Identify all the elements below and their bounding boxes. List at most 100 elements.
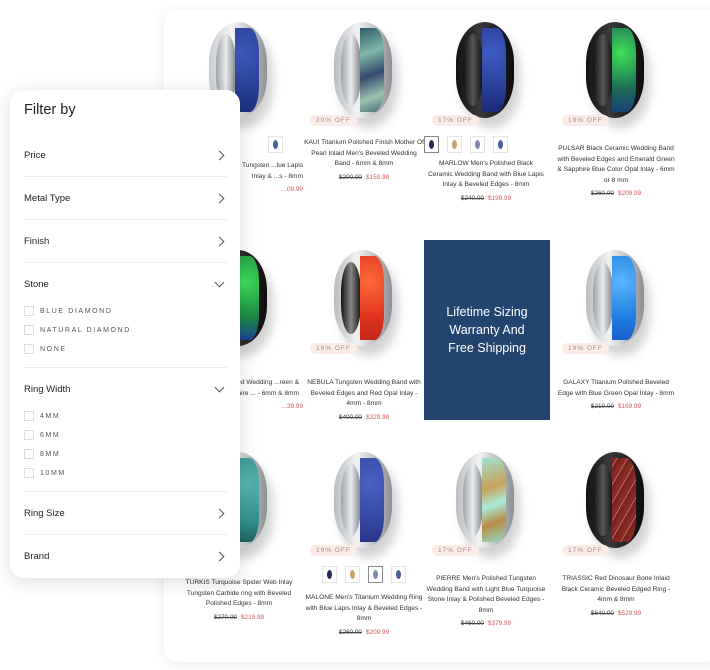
swatch-option[interactable]	[368, 566, 383, 583]
filter-option-4mm[interactable]: 4MM	[24, 411, 60, 421]
filter-panel: Filter by Price Metal Type Finish Stone …	[10, 90, 240, 578]
product-name[interactable]: KAUI Titanium Polished Finish Mother Of …	[300, 138, 428, 170]
discount-badge: 19% OFF	[310, 545, 357, 556]
product-image[interactable]: 20% OFF	[300, 20, 428, 130]
checkbox[interactable]	[24, 430, 34, 440]
filter-ring-size[interactable]: Ring Size	[24, 492, 227, 535]
swatch-option[interactable]	[424, 136, 439, 153]
filter-metal-type[interactable]: Metal Type	[24, 177, 227, 220]
option-label: NONE	[40, 345, 67, 353]
product-card[interactable]: 19% OFF GALAXY Titanium Polished Beveled…	[552, 248, 680, 410]
checkbox[interactable]	[24, 325, 34, 335]
sale-price: $209.99	[366, 628, 390, 636]
product-image[interactable]: 19% OFF	[552, 248, 680, 358]
product-card[interactable]: 17% OFF MARLOW Men's Polished Black Cera…	[422, 20, 550, 202]
sale-price: $329.99	[366, 413, 390, 421]
checkbox[interactable]	[24, 468, 34, 478]
swatch-option[interactable]	[345, 566, 360, 583]
promo-banner[interactable]: Lifetime Sizing Warranty And Free Shippi…	[424, 240, 550, 420]
filter-label: Price	[24, 149, 46, 161]
product-card[interactable]: 18% OFF NEBULA Tungsten Wedding Band wit…	[300, 248, 428, 421]
original-price: $270.00	[213, 613, 237, 621]
sale-price: $529.99	[618, 609, 642, 617]
product-card[interactable]: 17% OFF PIERRE Men's Polished Tungsten W…	[422, 450, 550, 627]
sale-price: $159.99	[366, 173, 390, 181]
chevron-down-icon	[214, 277, 225, 287]
chevron-right-icon	[214, 150, 225, 160]
chevron-right-icon	[214, 508, 225, 518]
sale-price: $199.99	[488, 194, 512, 202]
original-price: $260.00	[590, 190, 614, 197]
checkbox[interactable]	[24, 306, 34, 316]
swatch-option[interactable]	[322, 566, 337, 583]
swatch-option[interactable]	[470, 136, 485, 153]
product-name[interactable]: TURKIS Turquoise Spider Web Inlay Tungst…	[175, 578, 303, 610]
product-image[interactable]: 17% OFF	[422, 20, 550, 130]
filter-option-6mm[interactable]: 6MM	[24, 430, 60, 440]
checkbox[interactable]	[24, 449, 34, 459]
product-name[interactable]: GALAXY Titanium Polished Beveled Edge wi…	[552, 378, 680, 399]
discount-badge: 17% OFF	[432, 115, 479, 126]
product-image[interactable]: 17% OFF	[552, 450, 680, 560]
filter-label: Brand	[24, 550, 50, 562]
filter-label: Finish	[24, 235, 50, 247]
filter-label: Ring Size	[24, 507, 65, 519]
product-card[interactable]: 19% OFF PULSAR Black Ceramic Wedding Ban…	[552, 20, 680, 197]
discount-badge: 18% OFF	[310, 343, 357, 354]
product-card[interactable]: 19% OFF MALONE Men's Titanium Wedding Ri…	[300, 450, 428, 636]
filter-label: Metal Type	[24, 192, 71, 204]
product-name[interactable]: NEBULA Tungsten Wedding Band with Bevele…	[300, 378, 428, 410]
filter-ring-width[interactable]: Ring Width	[24, 368, 227, 410]
filter-option-10mm[interactable]: 10MM	[24, 468, 66, 478]
product-name[interactable]: MALONE Men's Titanium Wedding Ring with …	[300, 593, 428, 625]
product-image[interactable]: 19% OFF	[300, 450, 428, 560]
filter-brand[interactable]: Brand	[24, 535, 227, 577]
filter-option-natural-diamond[interactable]: NATURAL DIAMOND	[24, 325, 131, 335]
product-name[interactable]: MARLOW Men's Polished Black Ceramic Wedd…	[422, 159, 550, 191]
original-price: $460.00	[460, 620, 484, 627]
discount-badge: 17% OFF	[432, 545, 479, 556]
swatch-option[interactable]	[447, 136, 462, 153]
filter-price[interactable]: Price	[24, 134, 227, 177]
swatch-option[interactable]	[268, 136, 283, 153]
product-image[interactable]: 19% OFF	[552, 20, 680, 130]
product-card[interactable]: 20% OFF KAUI Titanium Polished Finish Mo…	[300, 20, 428, 181]
original-price: $640.00	[590, 609, 614, 617]
chevron-down-icon	[214, 382, 225, 392]
option-label: 8MM	[40, 450, 61, 458]
sale-price: $209.99	[618, 190, 642, 197]
original-price: $240.00	[460, 194, 484, 202]
filter-stone[interactable]: Stone	[24, 263, 227, 305]
product-image[interactable]: 18% OFF	[300, 248, 428, 358]
filter-option-none[interactable]: NONE	[24, 344, 67, 354]
filter-option-blue-diamond[interactable]: BLUE DIAMOND	[24, 306, 113, 316]
product-name[interactable]: PULSAR Black Ceramic Wedding Band with B…	[552, 144, 680, 186]
option-label: NATURAL DIAMOND	[40, 326, 131, 334]
original-price: $200.00	[338, 173, 362, 181]
swatch-option[interactable]	[493, 136, 508, 153]
product-card[interactable]: 17% OFF TRIASSIC Red Dinosaur Bone Inlai…	[552, 450, 680, 617]
option-label: 6MM	[40, 431, 61, 439]
sale-price: $379.99	[488, 620, 512, 627]
original-price: $400.00	[338, 413, 362, 421]
option-label: BLUE DIAMOND	[40, 307, 113, 315]
swatch-option[interactable]	[391, 566, 406, 583]
product-name[interactable]: TRIASSIC Red Dinosaur Bone Inlaid Black …	[552, 574, 680, 606]
filter-title: Filter by	[24, 102, 76, 118]
promo-text-line: Lifetime Sizing	[446, 305, 528, 319]
filter-finish[interactable]: Finish	[24, 220, 227, 263]
checkbox[interactable]	[24, 411, 34, 421]
discount-badge: 20% OFF	[310, 115, 357, 126]
option-label: 4MM	[40, 412, 61, 420]
filter-option-8mm[interactable]: 8MM	[24, 449, 60, 459]
product-name[interactable]: PIERRE Men's Polished Tungsten Wedding B…	[422, 574, 550, 616]
filter-label: Stone	[24, 278, 49, 290]
checkbox[interactable]	[24, 344, 34, 354]
promo-text-line: Warranty And	[449, 323, 525, 337]
discount-badge: 19% OFF	[562, 115, 609, 126]
discount-badge: 17% OFF	[562, 545, 609, 556]
product-image[interactable]: 17% OFF	[422, 450, 550, 560]
sale-price: ...09.99	[281, 186, 303, 193]
sale-price: $169.99	[618, 403, 642, 410]
discount-badge: 19% OFF	[562, 343, 609, 354]
